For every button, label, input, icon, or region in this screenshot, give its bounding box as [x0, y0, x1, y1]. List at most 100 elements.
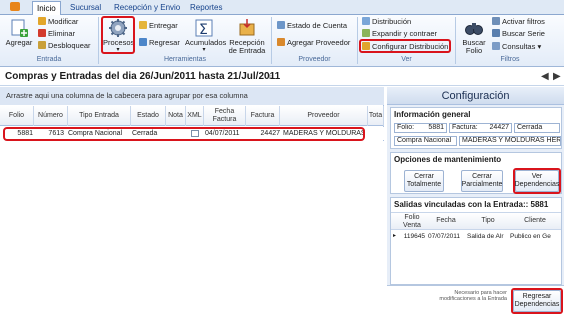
info-general-box: Información general Folio: 5881 Factura:… — [390, 107, 562, 149]
page-title: Compras y Entradas del dia 26/Jun/2011 h… — [5, 71, 281, 82]
regresar-dependencias-highlight — [511, 288, 563, 314]
activar-filtros-label: Activar filtros — [502, 17, 545, 26]
eliminar-button[interactable]: Eliminar — [38, 29, 75, 39]
salidas-box: Salidas vinculadas con la Entrada:: 5881… — [390, 197, 562, 285]
col-cliente[interactable]: Cliente — [515, 217, 555, 225]
col-folio[interactable]: Folio — [0, 106, 34, 126]
buscar-serie-label: Buscar Serie — [502, 29, 545, 38]
tab-inicio[interactable]: Inicio — [32, 1, 61, 15]
account-statement-icon — [277, 21, 285, 29]
estado-cuenta-button[interactable]: Estado de Cuenta — [277, 21, 347, 31]
tab-sistema-button[interactable] — [6, 1, 24, 15]
view-title-bar: Compras y Entradas del dia 26/Jun/2011 h… — [0, 68, 564, 86]
buscar-serie-button[interactable]: Buscar Serie — [492, 29, 545, 39]
col-proveedor[interactable]: Proveedor — [280, 106, 368, 126]
chevron-down-icon: ▾ — [202, 47, 206, 53]
tab-recepcion-envio[interactable]: Recepción y Envio — [110, 1, 184, 15]
back-arrow-icon[interactable]: ◀ — [541, 71, 549, 82]
proveedor-group-label: Proveedor — [298, 56, 331, 63]
binoculars-icon — [464, 18, 484, 38]
cerrar-parcialmente-label-1: Cerrar — [472, 173, 492, 180]
col-numero[interactable]: Número — [34, 106, 68, 126]
layout-icon — [362, 17, 370, 25]
col-tipo-entrada[interactable]: Tipo Entrada — [68, 106, 131, 126]
entregar-label: Entregar — [149, 21, 178, 30]
svg-text:Σ: Σ — [199, 22, 208, 38]
col-fecha[interactable]: Fecha — [431, 217, 461, 225]
config-title: Configuración — [387, 87, 564, 105]
salidas-header: Folio Venta Fecha Tipo Cliente — [391, 212, 561, 230]
pin-icon[interactable]: ⊧ — [269, 73, 273, 81]
grid-header: Folio Número Tipo Entrada Estado Nota XM… — [0, 106, 384, 126]
agregar-proveedor-button[interactable]: Agregar Proveedor — [277, 38, 350, 48]
expand-icon — [362, 29, 370, 37]
regresar-button[interactable]: Regresar — [139, 38, 180, 48]
maintenance-box: Opciones de mantenimiento Cerrar Totalmen… — [390, 152, 562, 194]
entregar-button[interactable]: Entregar — [139, 21, 178, 31]
col-folio-venta[interactable]: Folio Venta — [401, 214, 423, 230]
entrada-group-label: Entrada — [36, 56, 62, 63]
proveedor-field: MADERAS Y MOLDURAS HERNAI — [459, 136, 561, 146]
distribucion-button[interactable]: Distribución — [362, 17, 411, 27]
activar-filtros-button[interactable]: Activar filtros — [492, 17, 545, 27]
ribbon: Agregar Modificar Eliminar Desbloquear E… — [0, 15, 564, 67]
distribucion-label: Distribución — [372, 17, 412, 26]
agregar-label: Agregar — [5, 38, 33, 47]
col-nota[interactable]: Nota — [166, 106, 186, 126]
expandir-contraer-button[interactable]: Expandir y contraer — [362, 29, 437, 39]
receive-icon — [237, 18, 257, 38]
acumulados-label: Acumulados — [185, 38, 227, 47]
cerrar-totalmente-label-2: Totalmente — [406, 181, 442, 188]
forward-arrow-icon[interactable]: ▶ — [553, 71, 561, 82]
buscar-folio-button[interactable]: Buscar Folio — [459, 18, 489, 55]
cerrar-parcialmente-button[interactable]: Cerrar Parcialmente — [461, 170, 503, 192]
col-xml[interactable]: XML — [186, 106, 204, 126]
consultas-button[interactable]: Consultas ▾ — [492, 42, 541, 52]
modificar-button[interactable]: Modificar — [38, 17, 78, 27]
tipo-field: Compra Nacional — [394, 136, 457, 146]
tab-sucursal[interactable]: Sucursal — [66, 1, 105, 15]
acumulados-button[interactable]: Σ Acumulados ▾ — [185, 18, 227, 53]
configurar-highlight — [359, 39, 451, 53]
foot-note: Necesario para hacer modificaciones a la… — [439, 290, 507, 302]
agregar-button[interactable]: Agregar — [4, 18, 34, 47]
col-total[interactable]: Tota — [368, 106, 384, 126]
delete-icon — [38, 29, 46, 37]
entries-grid: Arrastre aqui una columna de la cabecera… — [0, 87, 384, 315]
filtros-group-label: Filtros — [500, 56, 520, 63]
modificar-label: Modificar — [48, 17, 79, 26]
salida-tipo: Salida de Alr — [467, 233, 504, 240]
ribbon-tab-strip: Inicio Sucursal Recepción y Envio Report… — [0, 0, 564, 15]
folio-value: 5881 — [428, 124, 444, 131]
add-supplier-icon — [277, 38, 285, 46]
consultas-label: Consultas — [502, 42, 536, 51]
app-menu-icon — [10, 2, 20, 11]
group-by-hint[interactable]: Arrastre aqui una columna de la cabecera… — [0, 87, 384, 105]
tab-reportes[interactable]: Reportes — [186, 1, 226, 15]
folio-label: Folio: — [397, 124, 415, 131]
chevron-down-icon: ▾ — [537, 42, 542, 51]
recepcion-entrada-button[interactable]: Recepción de Entrada — [228, 18, 266, 55]
list-item[interactable]: ▸ 119645 07/07/2011 Salida de Alr Public… — [391, 232, 561, 243]
factura-field: Factura: 24427 — [449, 123, 512, 133]
sigma-icon: Σ — [194, 18, 214, 38]
expand-row-icon[interactable]: ▸ — [393, 232, 399, 241]
expandir-label: Expandir y contraer — [372, 29, 438, 38]
col-estado[interactable]: Estado — [131, 106, 166, 126]
desbloquear-button[interactable]: Desbloquear — [38, 41, 91, 51]
estado-field: Cerrada — [514, 123, 560, 133]
factura-label: Factura: — [452, 124, 478, 131]
edit-icon — [38, 17, 46, 25]
col-fecha-factura[interactable]: Fecha Factura — [204, 106, 246, 126]
row-highlight — [3, 127, 365, 141]
deliver-icon — [139, 21, 147, 29]
cerrar-totalmente-button[interactable]: Cerrar Totalmente — [404, 170, 444, 192]
folio-field: Folio: 5881 — [394, 123, 447, 133]
return-icon — [139, 38, 147, 46]
col-factura[interactable]: Factura — [246, 106, 280, 126]
desbloquear-label: Desbloquear — [48, 41, 91, 50]
ver-group-label: Ver — [401, 56, 412, 63]
eliminar-label: Eliminar — [48, 29, 76, 38]
cerrar-parcialmente-label-2: Parcialmente — [461, 181, 503, 188]
col-tipo[interactable]: Tipo — [473, 217, 503, 225]
